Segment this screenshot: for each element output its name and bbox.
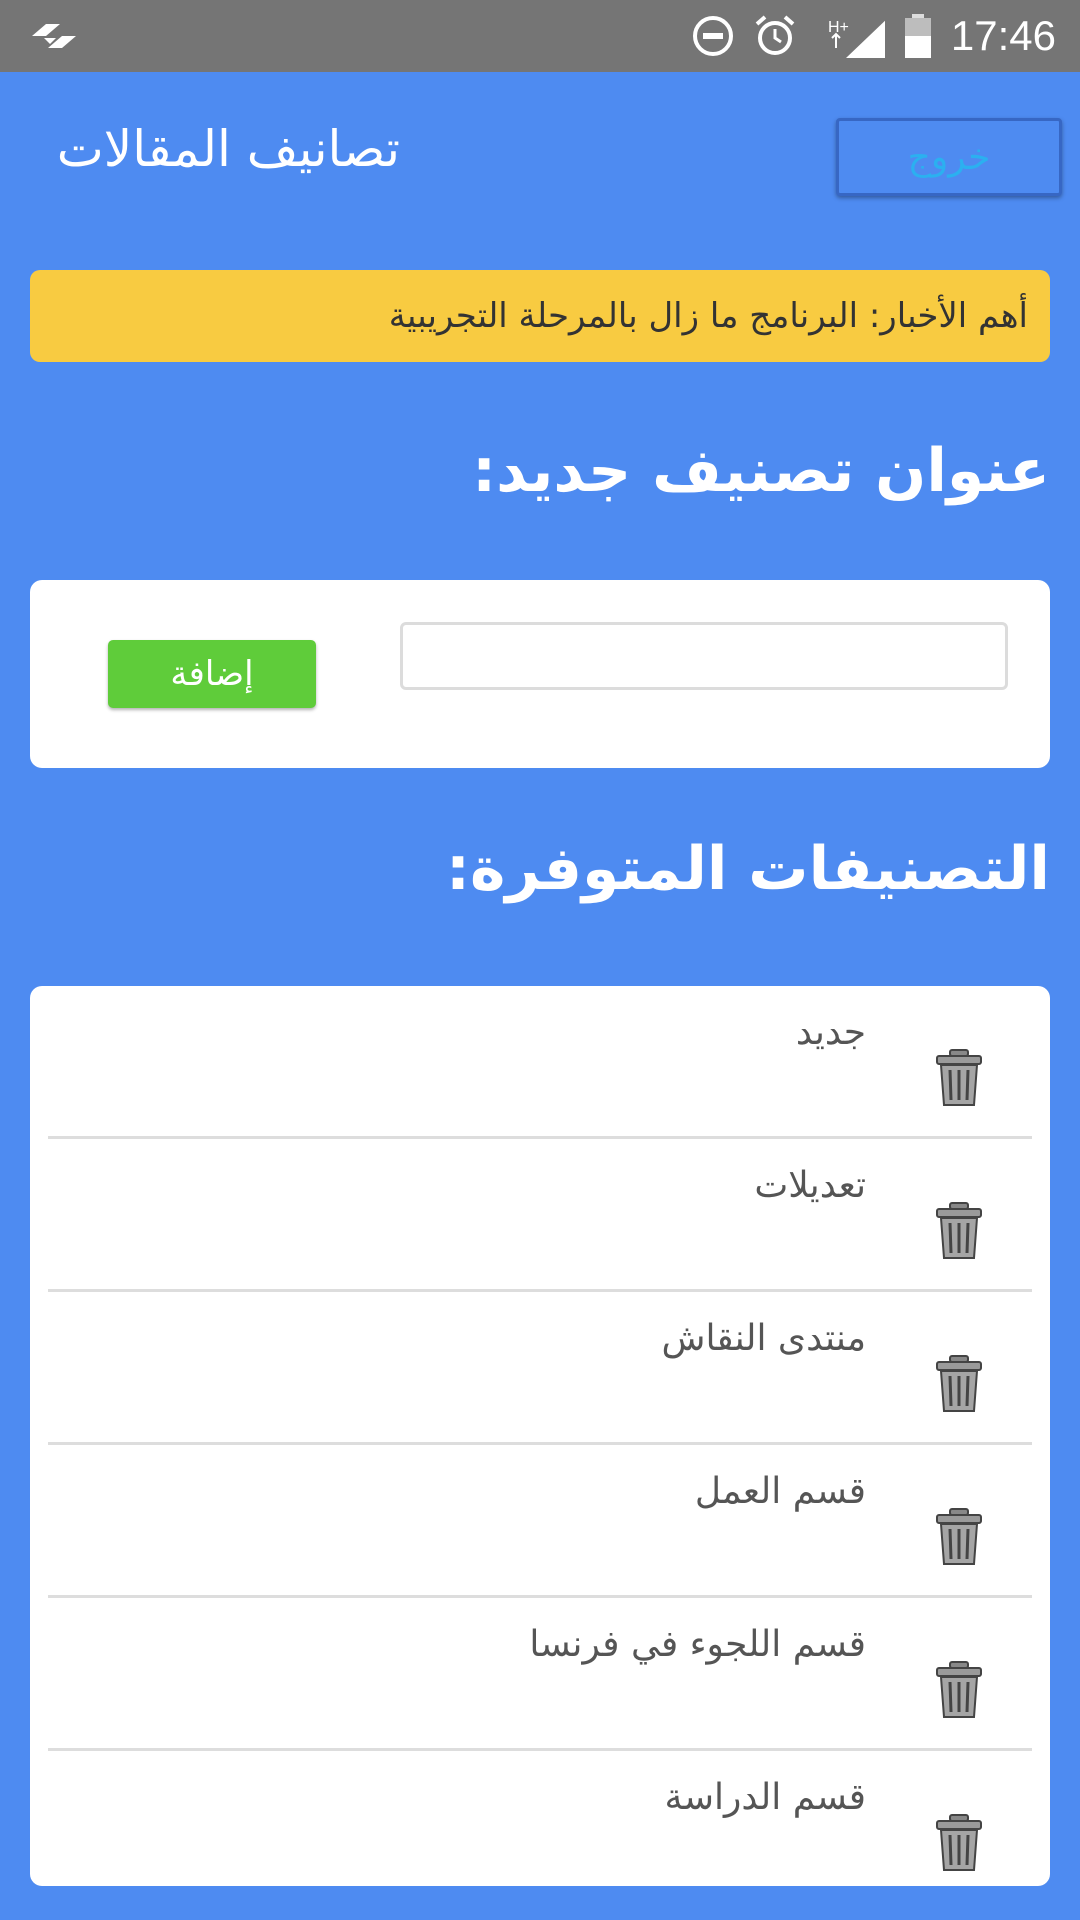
list-item: قسم الدراسة [48,1751,1032,1886]
list-item: جديد [48,986,1032,1139]
clock-time: 17:46 [950,12,1056,59]
svg-text:H+: H+ [828,19,849,36]
category-label: جديد [795,1012,866,1053]
category-label: تعديلات [754,1165,866,1206]
trash-icon[interactable] [934,1048,984,1108]
add-button[interactable]: إضافة [108,640,316,708]
battery-icon [904,14,931,58]
list-item: قسم العمل [48,1445,1032,1598]
list-item: منتدى النقاش [48,1292,1032,1445]
trash-icon[interactable] [934,1354,984,1414]
list-item: تعديلات [48,1139,1032,1292]
category-label: منتدى النقاش [661,1318,867,1359]
news-banner: أهم الأخبار: البرنامج ما زال بالمرحلة ال… [30,270,1050,362]
new-category-heading: عنوان تصنيف جديد: [472,436,1050,506]
category-label: قسم الدراسة [664,1777,866,1818]
dnd-icon [692,16,733,56]
category-title-input[interactable] [400,622,1008,690]
trash-icon[interactable] [934,1813,984,1873]
trash-icon[interactable] [934,1660,984,1720]
trash-icon[interactable] [934,1507,984,1567]
categories-list: جديد تعديلات منتدى النقاش قسم العمل قسم … [30,986,1050,1886]
alarm-icon [755,15,795,55]
transfer-icon [32,24,76,48]
available-categories-heading: التصنيفات المتوفرة: [445,834,1050,904]
category-label: قسم اللجوء في فرنسا [529,1624,866,1665]
network-hplus-icon: H+ [828,19,885,58]
add-category-card: إضافة [30,580,1050,768]
category-label: قسم العمل [694,1471,866,1512]
list-item: قسم اللجوء في فرنسا [48,1598,1032,1751]
page-title: تصانيف المقالات [56,120,400,178]
trash-icon[interactable] [934,1201,984,1261]
logout-button[interactable]: خروج [836,118,1062,196]
status-bar: H+ 17:46 [0,0,1080,72]
